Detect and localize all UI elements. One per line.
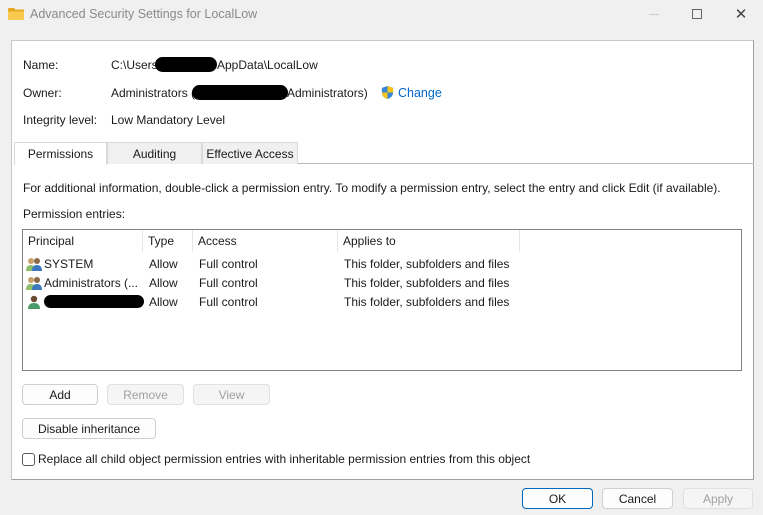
integrity-value: Low Mandatory Level (111, 113, 226, 127)
tab-label: Auditing (132, 146, 177, 161)
name-label: Name: (23, 58, 59, 72)
tab-auditing[interactable]: Auditing (107, 142, 202, 164)
access-cell: Full control (199, 275, 258, 290)
minimize-icon (649, 13, 659, 15)
column-header-principal[interactable]: Principal (23, 230, 143, 252)
principal-cell: Administrators (... (26, 273, 138, 292)
access-cell: Full control (199, 294, 258, 309)
access-cell: Full control (199, 256, 258, 271)
column-label: Type (148, 234, 175, 248)
owner-label: Owner: (23, 86, 62, 100)
minimize-button[interactable] (632, 0, 676, 28)
applies-to-cell: This folder, subfolders and files (344, 294, 510, 309)
type-cell: Allow (149, 256, 178, 271)
column-header-applies-to[interactable]: Applies to (338, 230, 520, 252)
tab-label: Permissions (27, 147, 94, 161)
redacted-principal (44, 295, 144, 308)
maximize-icon (692, 9, 702, 19)
checkbox-label: Replace all child object permission entr… (38, 452, 531, 466)
uac-shield-icon (381, 85, 394, 100)
list-header: Principal Type Access Applies to (23, 230, 741, 252)
redacted-owner (192, 85, 288, 100)
column-label: Access (198, 234, 237, 248)
ok-button[interactable]: OK (522, 488, 593, 509)
permission-entries-list[interactable]: Principal Type Access Applies to SYSTEM … (22, 229, 742, 371)
view-button[interactable]: View (193, 384, 270, 405)
title-bar: Advanced Security Settings for LocalLow … (0, 0, 763, 28)
principal-cell (26, 292, 144, 311)
remove-button[interactable]: Remove (107, 384, 184, 405)
window-title: Advanced Security Settings for LocalLow (30, 7, 258, 21)
tab-label: Effective Access (206, 146, 294, 161)
change-owner-link[interactable]: Change (380, 85, 442, 100)
user-icon (28, 295, 40, 309)
principal-cell: SYSTEM (26, 254, 93, 273)
table-row[interactable]: Administrators (... Allow Full control T… (23, 273, 741, 292)
applies-to-cell: This folder, subfolders and files (344, 256, 510, 271)
integrity-label: Integrity level: (23, 113, 98, 127)
maximize-button[interactable] (675, 0, 719, 28)
type-cell: Allow (149, 294, 178, 309)
column-label: Applies to (343, 234, 396, 248)
change-link-text: Change (398, 85, 442, 100)
add-button[interactable]: Add (22, 384, 98, 405)
permission-entries-label: Permission entries: (23, 207, 126, 221)
column-header-type[interactable]: Type (143, 230, 193, 252)
redacted-username (155, 57, 217, 72)
apply-button[interactable]: Apply (683, 488, 753, 509)
disable-inheritance-button[interactable]: Disable inheritance (22, 418, 156, 439)
tab-permissions[interactable]: Permissions (14, 142, 107, 165)
close-button[interactable]: ✕ (719, 0, 763, 28)
type-cell: Allow (149, 275, 178, 290)
table-row[interactable]: Allow Full control This folder, subfolde… (23, 292, 741, 311)
table-row[interactable]: SYSTEM Allow Full control This folder, s… (23, 254, 741, 273)
name-value-prefix: C:\Users (111, 58, 158, 72)
close-icon: ✕ (734, 6, 748, 23)
principal-name: Administrators (... (44, 275, 139, 290)
permissions-hint: For additional information, double-click… (23, 181, 721, 195)
tab-effective-access[interactable]: Effective Access (202, 142, 298, 164)
replace-child-permissions-checkbox-row[interactable]: Replace all child object permission entr… (22, 452, 530, 466)
principal-name: SYSTEM (44, 256, 94, 271)
column-header-access[interactable]: Access (193, 230, 338, 252)
folder-icon (8, 8, 24, 20)
name-value-suffix: AppData\LocalLow (217, 58, 318, 72)
replace-child-permissions-checkbox[interactable] (22, 452, 35, 466)
column-label: Principal (28, 234, 75, 248)
owner-value-suffix: Administrators) (287, 86, 368, 100)
owner-value-prefix: Administrators ( (111, 86, 196, 100)
applies-to-cell: This folder, subfolders and files (344, 275, 510, 290)
cancel-button[interactable]: Cancel (602, 488, 673, 509)
group-users-icon (26, 276, 42, 290)
group-users-icon (26, 257, 42, 271)
